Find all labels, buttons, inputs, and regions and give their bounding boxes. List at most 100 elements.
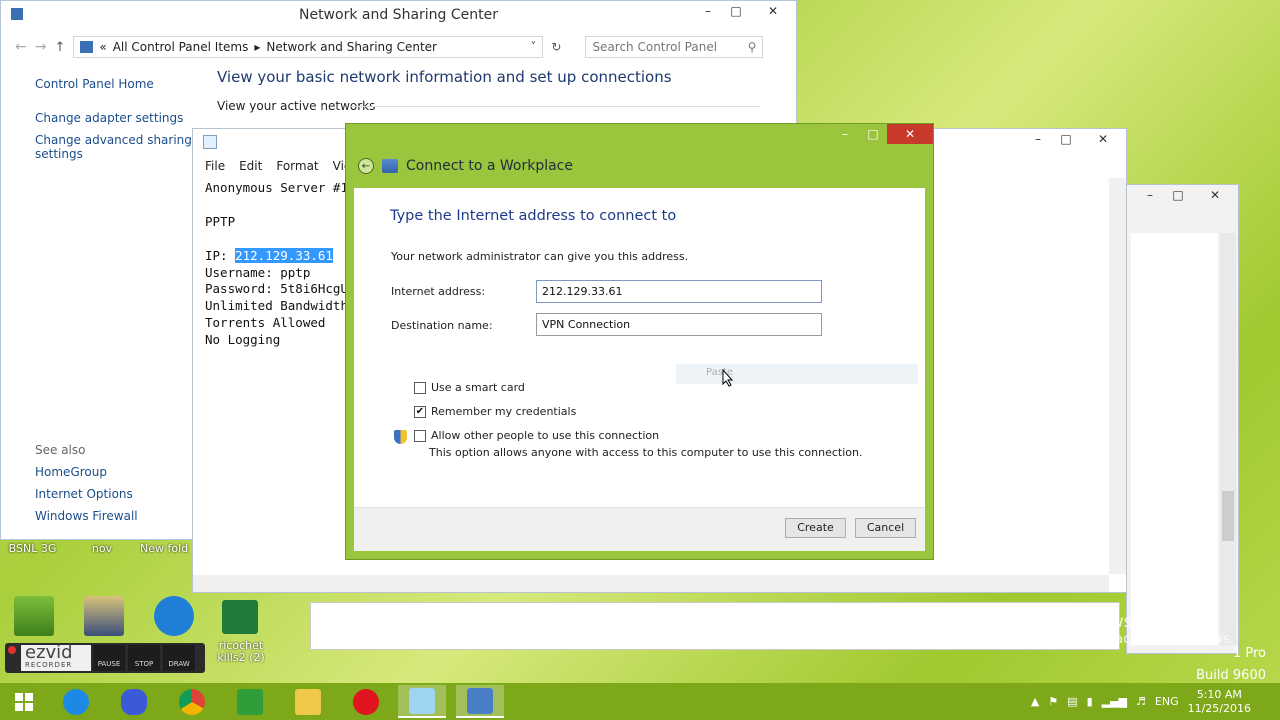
text-line: No Logging [205, 332, 281, 348]
taskbar-opera[interactable] [342, 685, 390, 718]
smart-card-checkbox[interactable] [414, 381, 426, 394]
text-line: PPTP [205, 213, 236, 229]
remember-credentials-checkbox[interactable]: ✔ [414, 405, 426, 418]
forward-arrow-icon[interactable]: → [35, 39, 47, 55]
battery-icon[interactable]: ▮ [1087, 695, 1093, 708]
up-arrow-icon[interactable]: ↑ [54, 40, 65, 55]
text-line: IP: 212.129.33.61 [205, 247, 348, 265]
minimize-icon[interactable]: – [831, 124, 859, 144]
stop-button[interactable]: STOP [128, 645, 160, 671]
sidebar-item-control-panel-home[interactable]: Control Panel Home [35, 77, 195, 91]
text-line: Password: 5t8i6HcgU [205, 281, 348, 297]
clock[interactable]: 5:10 AM 11/25/2016 [1188, 688, 1251, 716]
flag-icon[interactable]: ⚑ [1048, 695, 1058, 708]
close-icon[interactable]: ✕ [750, 1, 796, 21]
maximize-icon[interactable]: □ [1164, 185, 1192, 205]
opera-icon [353, 688, 379, 715]
minimize-icon[interactable]: – [694, 1, 722, 21]
minimize-icon[interactable]: – [1024, 129, 1052, 149]
mouse-cursor-icon [722, 369, 734, 387]
taskbar-internet-explorer[interactable] [52, 685, 100, 718]
address-bar[interactable]: « All Control Panel Items ▸ Network and … [73, 36, 544, 58]
nsc-sidebar: Control Panel Home Change adapter settin… [35, 77, 195, 169]
language-indicator[interactable]: ENG [1155, 695, 1179, 708]
nsc-titlebar[interactable]: Network and Sharing Center – □ ✕ [1, 1, 796, 31]
ip-label: IP: [205, 247, 236, 263]
back-arrow-icon[interactable]: ← [358, 158, 374, 174]
menu-edit[interactable]: Edit [239, 159, 262, 173]
taskbar-file-explorer[interactable] [284, 685, 332, 718]
destination-name-input[interactable] [536, 313, 822, 336]
cancel-button[interactable]: Cancel [855, 518, 916, 538]
text-line: ​ [205, 197, 348, 214]
maximize-icon[interactable]: □ [1052, 129, 1080, 149]
see-also-label: See also [35, 443, 86, 457]
uac-shield-icon [394, 430, 407, 444]
maximize-icon[interactable]: □ [722, 1, 750, 21]
edition-fragment: 1 Pro [1232, 646, 1266, 661]
internet-explorer-icon [63, 688, 89, 715]
scrollbar-thumb[interactable] [1222, 491, 1234, 541]
signal-icon[interactable]: ▂▄▆ [1102, 695, 1127, 708]
smart-card-checkbox-row[interactable]: Use a smart card [414, 381, 525, 394]
search-input[interactable]: Search Control Panel ⚲ [585, 36, 764, 58]
text-line: Unlimited Bandwidth [205, 298, 348, 314]
internet-address-input[interactable] [536, 280, 822, 303]
sidebar-item-change-adapter[interactable]: Change adapter settings [35, 111, 195, 125]
create-button[interactable]: Create [785, 518, 846, 538]
allow-others-checkbox[interactable] [414, 429, 426, 442]
show-hidden-icons-icon[interactable]: ▲ [1031, 695, 1039, 708]
close-icon[interactable]: ✕ [1192, 185, 1238, 205]
desktop-folder-icon[interactable] [84, 596, 124, 636]
dialog-titlebar[interactable]: – □ ✕ [346, 124, 933, 152]
scrollbar[interactable] [1220, 233, 1236, 645]
win3-controls: – □ ✕ [1136, 185, 1238, 207]
desktop-label-nov[interactable]: nov [77, 543, 127, 555]
volume-icon[interactable]: ♬ [1136, 695, 1146, 708]
back-arrow-icon[interactable]: ← [15, 39, 27, 55]
taskbar-notepad[interactable] [398, 685, 446, 718]
refresh-icon[interactable]: ↻ [551, 40, 561, 54]
notepad-horizontal-scrollbar[interactable] [193, 575, 1109, 592]
taskbar-store[interactable] [226, 685, 274, 718]
close-icon[interactable]: ✕ [887, 124, 933, 144]
menu-file[interactable]: File [205, 159, 225, 173]
taskbar-control-panel[interactable] [456, 685, 504, 718]
clock-date: 11/25/2016 [1187, 701, 1251, 715]
desktop-app-icon[interactable] [14, 596, 54, 636]
breadcrumb-current[interactable]: Network and Sharing Center [266, 40, 437, 54]
sidebar-item-advanced-sharing[interactable]: Change advanced sharing settings [35, 133, 195, 161]
remember-credentials-checkbox-row[interactable]: ✔ Remember my credentials [414, 405, 576, 418]
notepad-icon [409, 687, 435, 714]
notepad-text[interactable]: Anonymous Server #1​PPTP​IP: 212.129.33.… [205, 180, 348, 349]
teamviewer-icon[interactable] [154, 596, 194, 636]
desktop-label-bsnl[interactable]: BSNL 3G [0, 543, 65, 555]
notepad-vertical-scrollbar[interactable] [1109, 178, 1126, 574]
desktop-label-new-folder[interactable]: New fold [140, 543, 192, 555]
menu-format[interactable]: Format [276, 159, 318, 173]
chevron-down-icon[interactable]: ˅ [530, 40, 536, 54]
breadcrumb-root[interactable]: All Control Panel Items [113, 40, 249, 54]
start-button[interactable] [0, 685, 48, 718]
desktop-label-ricochet[interactable]: ricochet kills2 (2) [206, 640, 276, 664]
dialog-hint: Your network administrator can give you … [391, 250, 689, 263]
draw-button[interactable]: DRAW [163, 645, 195, 671]
paste-menu-item[interactable]: Paste [676, 364, 918, 384]
close-icon[interactable]: ✕ [1080, 129, 1126, 149]
text-line: Torrents Allowed [205, 315, 326, 331]
network-icon[interactable]: ▤ [1067, 695, 1077, 708]
excel-file-icon[interactable] [222, 600, 258, 634]
chrome-icon [179, 688, 205, 715]
see-also-internet-options[interactable]: Internet Options [35, 487, 138, 501]
pause-button[interactable]: PAUSE [93, 645, 125, 671]
ezvid-logo: ezvid RECORDER [21, 644, 91, 671]
see-also-windows-firewall[interactable]: Windows Firewall [35, 509, 138, 523]
allow-others-checkbox-row[interactable]: Allow other people to use this connectio… [414, 429, 659, 442]
search-icon: ⚲ [747, 40, 757, 54]
minimize-icon[interactable]: – [1136, 185, 1164, 205]
taskbar-app[interactable] [110, 685, 158, 718]
selected-ip[interactable]: 212.129.33.61 [235, 247, 333, 263]
see-also-homegroup[interactable]: HomeGroup [35, 465, 138, 479]
maximize-icon[interactable]: □ [859, 124, 887, 144]
taskbar-chrome[interactable] [168, 685, 216, 718]
